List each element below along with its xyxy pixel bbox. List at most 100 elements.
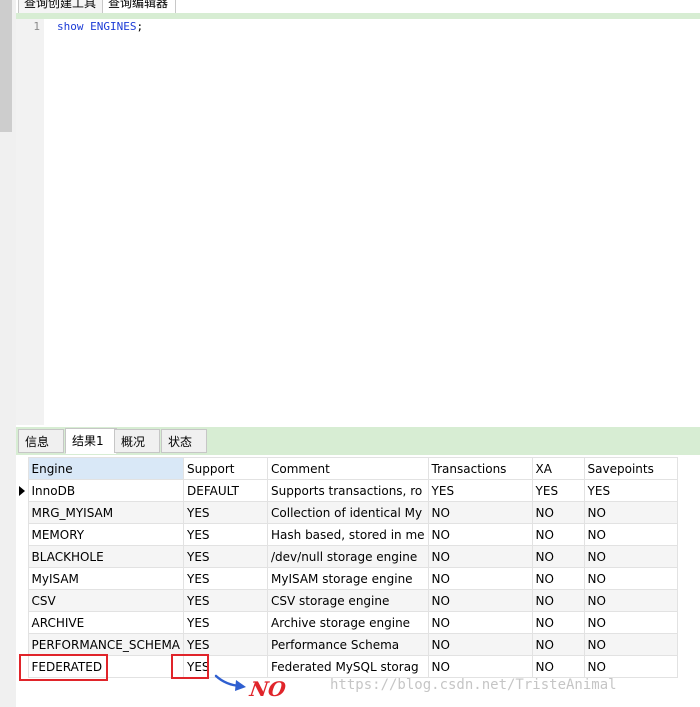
cell-support[interactable]: YES — [183, 501, 269, 524]
tab-label: 概况 — [121, 435, 146, 449]
column-header-savepoints[interactable]: Savepoints — [583, 457, 678, 480]
cell-comment[interactable]: Performance Schema — [267, 633, 429, 656]
table-row[interactable]: BLACKHOLE YES /dev/null storage engine N… — [16, 545, 678, 568]
tab-status[interactable]: 状态 — [161, 429, 207, 453]
row-indicator — [16, 501, 28, 524]
cell-xa[interactable]: NO — [531, 523, 585, 546]
cell-xa[interactable]: NO — [531, 567, 585, 590]
cell-savepoints[interactable]: YES — [583, 479, 678, 502]
line-number: 1 — [33, 20, 40, 33]
grid-header-row: Engine Support Comment Transactions XA S… — [16, 457, 678, 480]
row-header-corner — [16, 457, 28, 480]
cell-transactions[interactable]: NO — [427, 655, 533, 678]
cell-savepoints[interactable]: NO — [583, 655, 678, 678]
cell-comment[interactable]: Archive storage engine — [267, 611, 429, 634]
row-indicator — [16, 523, 28, 546]
cell-engine[interactable]: MRG_MYISAM — [27, 501, 185, 524]
tab-query-builder[interactable]: 查询创建工具 — [18, 0, 104, 13]
cell-xa[interactable]: NO — [531, 655, 585, 678]
cell-engine[interactable]: MyISAM — [27, 567, 185, 590]
cell-engine[interactable]: PERFORMANCE_SCHEMA — [27, 633, 185, 656]
editor-tab-bar: 查询创建工具 查询编辑器 — [16, 0, 700, 14]
cell-engine[interactable]: ARCHIVE — [27, 611, 185, 634]
highlight-box-federated — [19, 654, 108, 681]
table-row[interactable]: PERFORMANCE_SCHEMA YES Performance Schem… — [16, 633, 678, 656]
cell-transactions[interactable]: NO — [427, 523, 533, 546]
table-row[interactable]: MEMORY YES Hash based, stored in me NO N… — [16, 523, 678, 546]
cell-transactions[interactable]: NO — [427, 589, 533, 612]
result-grid: Engine Support Comment Transactions XA S… — [16, 457, 678, 678]
sql-keyword: show — [57, 20, 84, 33]
result-grid-area: Engine Support Comment Transactions XA S… — [16, 455, 700, 707]
cell-support[interactable]: YES — [183, 611, 269, 634]
cell-engine[interactable]: CSV — [27, 589, 185, 612]
cell-savepoints[interactable]: NO — [583, 567, 678, 590]
table-row[interactable]: CSV YES CSV storage engine NO NO NO — [16, 589, 678, 612]
row-indicator — [16, 479, 28, 502]
cell-support[interactable]: YES — [183, 589, 269, 612]
cell-transactions[interactable]: NO — [427, 633, 533, 656]
cell-comment[interactable]: Federated MySQL storag — [267, 655, 429, 678]
table-row[interactable]: MRG_MYISAM YES Collection of identical M… — [16, 501, 678, 524]
cell-engine[interactable]: MEMORY — [27, 523, 185, 546]
tab-label: 状态 — [168, 435, 193, 449]
row-indicator — [16, 633, 28, 656]
cell-support[interactable]: YES — [183, 545, 269, 568]
cell-support[interactable]: YES — [183, 567, 269, 590]
cell-xa[interactable]: NO — [531, 611, 585, 634]
cell-engine[interactable]: InnoDB — [27, 479, 185, 502]
cell-xa[interactable]: NO — [531, 589, 585, 612]
tab-profile[interactable]: 概况 — [114, 429, 160, 453]
cell-comment[interactable]: Collection of identical My — [267, 501, 429, 524]
tab-label: 查询创建工具 — [24, 0, 97, 10]
cell-xa[interactable]: NO — [531, 633, 585, 656]
cell-support[interactable]: DEFAULT — [183, 479, 269, 502]
tab-label: 查询编辑器 — [108, 0, 169, 10]
column-header-support[interactable]: Support — [183, 457, 269, 480]
cell-transactions[interactable]: NO — [427, 501, 533, 524]
cell-savepoints[interactable]: NO — [583, 611, 678, 634]
cell-transactions[interactable]: NO — [427, 611, 533, 634]
tab-info[interactable]: 信息 — [18, 429, 64, 453]
sql-editor[interactable]: 1 show ENGINES; — [16, 19, 700, 425]
table-row[interactable]: FEDERATED YES Federated MySQL storag NO … — [16, 655, 678, 678]
cell-xa[interactable]: NO — [531, 501, 585, 524]
sql-terminator: ; — [136, 20, 144, 33]
row-indicator — [16, 611, 28, 634]
column-header-comment[interactable]: Comment — [267, 457, 429, 480]
cell-savepoints[interactable]: NO — [583, 501, 678, 524]
cell-support[interactable]: YES — [183, 523, 269, 546]
cell-savepoints[interactable]: NO — [583, 545, 678, 568]
cell-support[interactable]: YES — [183, 633, 269, 656]
cell-savepoints[interactable]: NO — [583, 523, 678, 546]
cell-transactions[interactable]: YES — [427, 479, 533, 502]
tab-result1[interactable]: 结果1 — [65, 428, 117, 454]
tab-label: 结果1 — [72, 434, 104, 448]
cell-transactions[interactable]: NO — [427, 545, 533, 568]
cell-comment[interactable]: Hash based, stored in me — [267, 523, 429, 546]
cell-xa[interactable]: NO — [531, 545, 585, 568]
cell-comment[interactable]: /dev/null storage engine — [267, 545, 429, 568]
cell-engine[interactable]: BLACKHOLE — [27, 545, 185, 568]
table-row[interactable]: MyISAM YES MyISAM storage engine NO NO N… — [16, 567, 678, 590]
left-panel-strip — [0, 0, 16, 707]
cell-transactions[interactable]: NO — [427, 567, 533, 590]
code-line[interactable]: show ENGINES; — [57, 20, 143, 33]
table-row[interactable]: ARCHIVE YES Archive storage engine NO NO… — [16, 611, 678, 634]
tab-query-editor[interactable]: 查询编辑器 — [102, 0, 176, 13]
row-indicator — [16, 589, 28, 612]
table-row[interactable]: InnoDB DEFAULT Supports transactions, ro… — [16, 479, 678, 502]
cell-comment[interactable]: CSV storage engine — [267, 589, 429, 612]
row-indicator — [16, 567, 28, 590]
column-header-xa[interactable]: XA — [531, 457, 585, 480]
column-header-transactions[interactable]: Transactions — [427, 457, 533, 480]
annotation-note: NO — [248, 677, 288, 701]
cell-savepoints[interactable]: NO — [583, 633, 678, 656]
cell-comment[interactable]: MyISAM storage engine — [267, 567, 429, 590]
sql-identifier: ENGINES — [90, 20, 137, 33]
left-scrollbar-thumb[interactable] — [0, 0, 12, 132]
cell-savepoints[interactable]: NO — [583, 589, 678, 612]
cell-comment[interactable]: Supports transactions, ro — [267, 479, 429, 502]
column-header-engine[interactable]: Engine — [27, 457, 185, 480]
cell-xa[interactable]: YES — [531, 479, 585, 502]
